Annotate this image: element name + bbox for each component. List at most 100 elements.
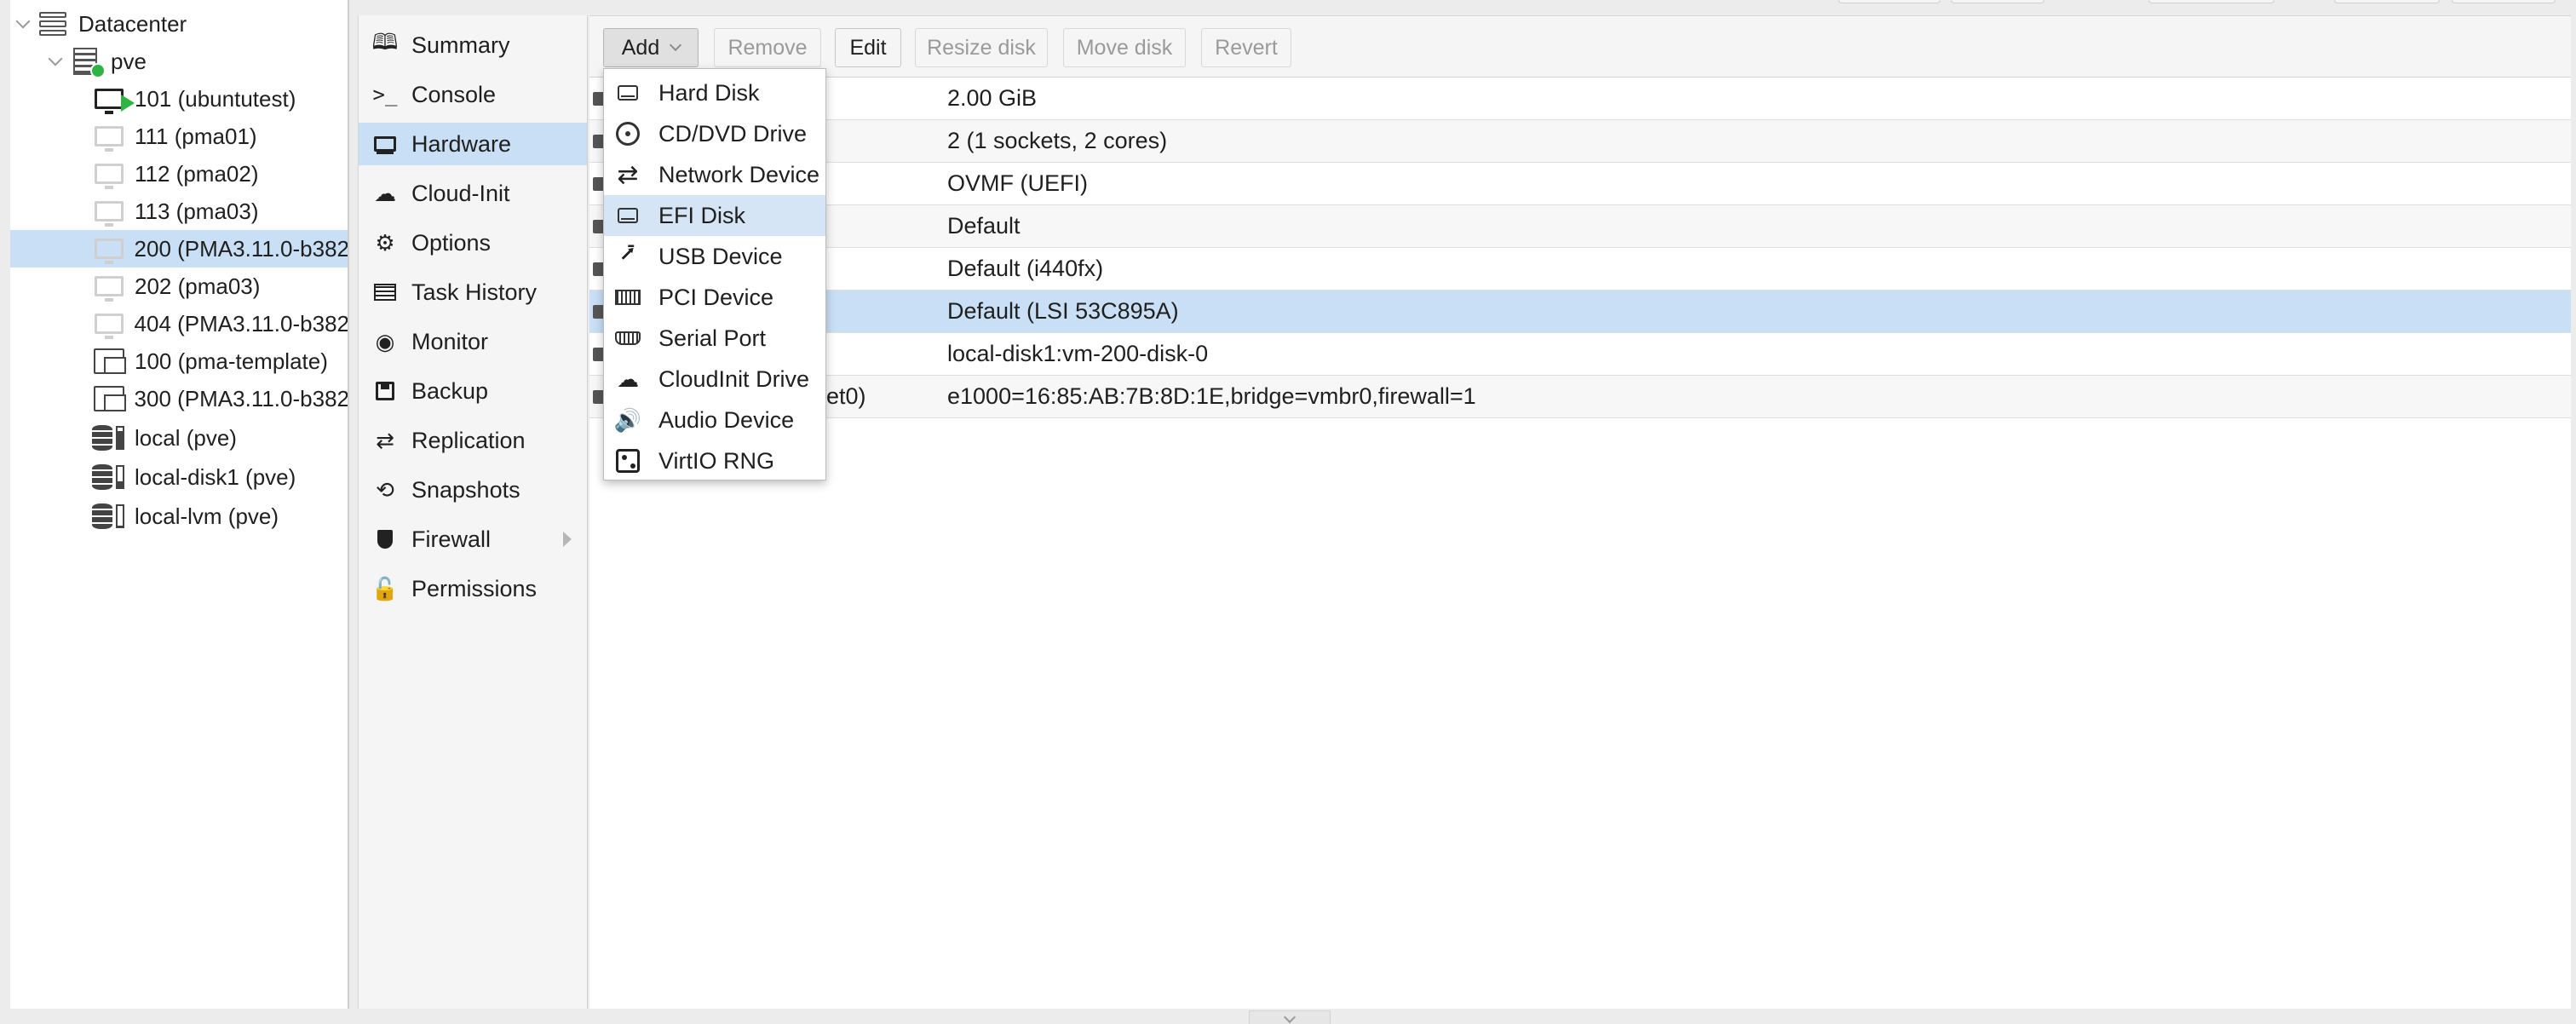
- menu-item-serial-port[interactable]: Serial Port: [604, 318, 825, 359]
- menu-item-hard-disk[interactable]: Hard Disk: [604, 72, 825, 113]
- nav-item-label: Summary: [411, 32, 510, 58]
- header-button-remnant[interactable]: [2334, 0, 2440, 3]
- tree-item-vm[interactable]: 202 (pma03): [10, 268, 348, 305]
- menu-item-audio-device[interactable]: 🔊 Audio Device: [604, 400, 825, 440]
- add-button[interactable]: Add: [603, 28, 699, 67]
- hardware-value: local-disk1:vm-200-disk-0: [947, 341, 1209, 366]
- nav-item-label: Backup: [411, 377, 489, 404]
- edit-button[interactable]: Edit: [835, 28, 901, 67]
- header-button-remnant[interactable]: [2452, 0, 2556, 3]
- tree-item-template[interactable]: 100 (pma-template): [10, 342, 348, 380]
- hardware-row-hard-disk[interactable]: local-disk1:vm-200-disk-0: [589, 333, 2571, 376]
- menu-item-network-device[interactable]: ⇄ Network Device: [604, 154, 825, 195]
- chevron-down-icon[interactable]: [15, 16, 31, 32]
- menu-item-label: CloudInit Drive: [658, 365, 810, 392]
- hardware-toolbar: Add Remove Edit Resize disk Move disk Re…: [589, 16, 2571, 78]
- hardware-panel: Add Remove Edit Resize disk Move disk Re…: [589, 15, 2571, 1009]
- nav-item-label: Cloud-Init: [411, 180, 510, 206]
- hardware-value: e1000=16:85:AB:7B:8D:1E,bridge=vmbr0,fir…: [947, 383, 1476, 409]
- nav-item-firewall[interactable]: Firewall: [359, 518, 587, 561]
- menu-item-label: PCI Device: [658, 284, 774, 310]
- storage-icon: [92, 423, 126, 452]
- tree-item-label: local (pve): [135, 424, 237, 451]
- revert-button[interactable]: Revert: [1201, 28, 1291, 67]
- menu-item-efi-disk[interactable]: EFI Disk: [604, 195, 825, 236]
- tree-item-label: local-disk1 (pve): [135, 463, 296, 490]
- gear-icon: ⚙: [375, 229, 395, 256]
- menu-item-usb-device[interactable]: ⭷ USB Device: [604, 236, 825, 277]
- tree-item-label: pve: [111, 48, 147, 74]
- tree-item-label: 202 (pma03): [135, 273, 261, 299]
- exchange-icon: ⇄: [617, 160, 639, 189]
- resource-tree: Datacenter pve 101 (ubuntutest) 111 (pma…: [10, 0, 349, 1009]
- template-icon: [92, 384, 126, 413]
- menu-item-cd-dvd-drive[interactable]: CD/DVD Drive: [604, 113, 825, 154]
- tree-item-vm[interactable]: 404 (PMA3.11.0-b382: [10, 305, 348, 342]
- nav-item-task-history[interactable]: Task History: [359, 271, 587, 314]
- nav-item-label: Hardware: [411, 130, 512, 157]
- tree-item-vm[interactable]: 111 (pma01): [10, 118, 348, 155]
- tree-item-datacenter[interactable]: Datacenter: [10, 5, 348, 43]
- nav-item-hardware[interactable]: Hardware: [359, 123, 587, 165]
- node-icon: [68, 47, 106, 78]
- tree-item-node[interactable]: pve: [10, 43, 348, 80]
- nav-item-backup[interactable]: Backup: [359, 370, 587, 412]
- resize-disk-button[interactable]: Resize disk: [915, 28, 1048, 67]
- tree-item-template[interactable]: 300 (PMA3.11.0-b382: [10, 380, 348, 417]
- tree-item-label: 100 (pma-template): [135, 348, 328, 374]
- nav-item-replication[interactable]: ⇄ Replication: [359, 419, 587, 462]
- nav-item-label: Options: [411, 229, 492, 256]
- vm-running-icon: [92, 84, 135, 114]
- nav-item-options[interactable]: ⚙ Options: [359, 221, 587, 264]
- tree-item-label: 101 (ubuntutest): [135, 85, 296, 112]
- hardware-row-machine[interactable]: Default (i440fx): [589, 248, 2571, 291]
- tree-item-vm[interactable]: 112 (pma02): [10, 155, 348, 193]
- tree-item-vm[interactable]: 101 (ubuntutest): [10, 80, 348, 118]
- storage-icon: [92, 502, 126, 531]
- add-button-label: Add: [621, 35, 660, 60]
- vm-stopped-icon: [92, 234, 126, 264]
- header-button-remnant[interactable]: [2148, 0, 2274, 3]
- expand-arrow-icon[interactable]: [563, 532, 572, 547]
- nav-item-cloud-init[interactable]: ☁ Cloud-Init: [359, 172, 587, 215]
- menu-item-label: USB Device: [658, 243, 783, 269]
- nav-item-label: Task History: [411, 279, 538, 305]
- menu-item-pci-device[interactable]: PCI Device: [604, 277, 825, 318]
- tree-item-storage[interactable]: local-lvm (pve): [10, 498, 348, 535]
- nav-item-snapshots[interactable]: ⟲ Snapshots: [359, 469, 587, 511]
- nav-item-summary[interactable]: 🕮 Summary: [359, 24, 587, 66]
- tree-item-vm[interactable]: 113 (pma03): [10, 193, 348, 230]
- tree-item-vm-selected[interactable]: 200 (PMA3.11.0-b382: [10, 230, 348, 268]
- hardware-row-memory[interactable]: 2.00 GiB: [589, 78, 2571, 120]
- chevron-down-icon: [670, 38, 682, 52]
- header-button-remnant[interactable]: [1951, 0, 2044, 3]
- hardware-row-bios[interactable]: OVMF (UEFI): [589, 163, 2571, 205]
- menu-item-cloudinit-drive[interactable]: ☁ CloudInit Drive: [604, 359, 825, 400]
- terminal-icon: >_: [372, 83, 398, 106]
- tree-item-storage[interactable]: local-disk1 (pve): [10, 458, 348, 496]
- remove-button[interactable]: Remove: [714, 28, 821, 67]
- panel-collapse-handle[interactable]: [1249, 1010, 1331, 1024]
- hardware-row-display[interactable]: Default: [589, 205, 2571, 248]
- add-hardware-menu: Hard Disk CD/DVD Drive ⇄ Network Device …: [603, 68, 826, 480]
- hardware-row-processors[interactable]: 2 (1 sockets, 2 cores): [589, 120, 2571, 163]
- menu-item-label: Serial Port: [658, 325, 767, 351]
- move-disk-button[interactable]: Move disk: [1063, 28, 1186, 67]
- tree-item-label: Datacenter: [78, 10, 187, 37]
- unlock-icon: 🔓: [371, 575, 400, 601]
- storage-icon: [92, 463, 126, 492]
- hardware-row-scsi-controller[interactable]: Default (LSI 53C895A): [589, 291, 2571, 333]
- nav-item-label: Console: [411, 81, 497, 107]
- chevron-down-icon[interactable]: [48, 54, 63, 69]
- nav-item-console[interactable]: >_ Console: [359, 73, 587, 116]
- nav-item-monitor[interactable]: ◉ Monitor: [359, 320, 587, 363]
- hardware-row-network-device[interactable]: et0) e1000=16:85:AB:7B:8D:1E,bridge=vmbr…: [589, 376, 2571, 418]
- tree-item-storage[interactable]: local (pve): [10, 419, 348, 457]
- nav-item-permissions[interactable]: 🔓 Permissions: [359, 567, 587, 610]
- menu-item-label: VirtIO RNG: [658, 447, 775, 474]
- hdd-icon: [612, 85, 643, 101]
- header-button-remnant[interactable]: [1838, 0, 1941, 3]
- menu-item-virtio-rng[interactable]: VirtIO RNG: [604, 440, 825, 481]
- tree-item-label: 112 (pma02): [135, 160, 259, 187]
- retweet-icon: ⇄: [376, 427, 394, 453]
